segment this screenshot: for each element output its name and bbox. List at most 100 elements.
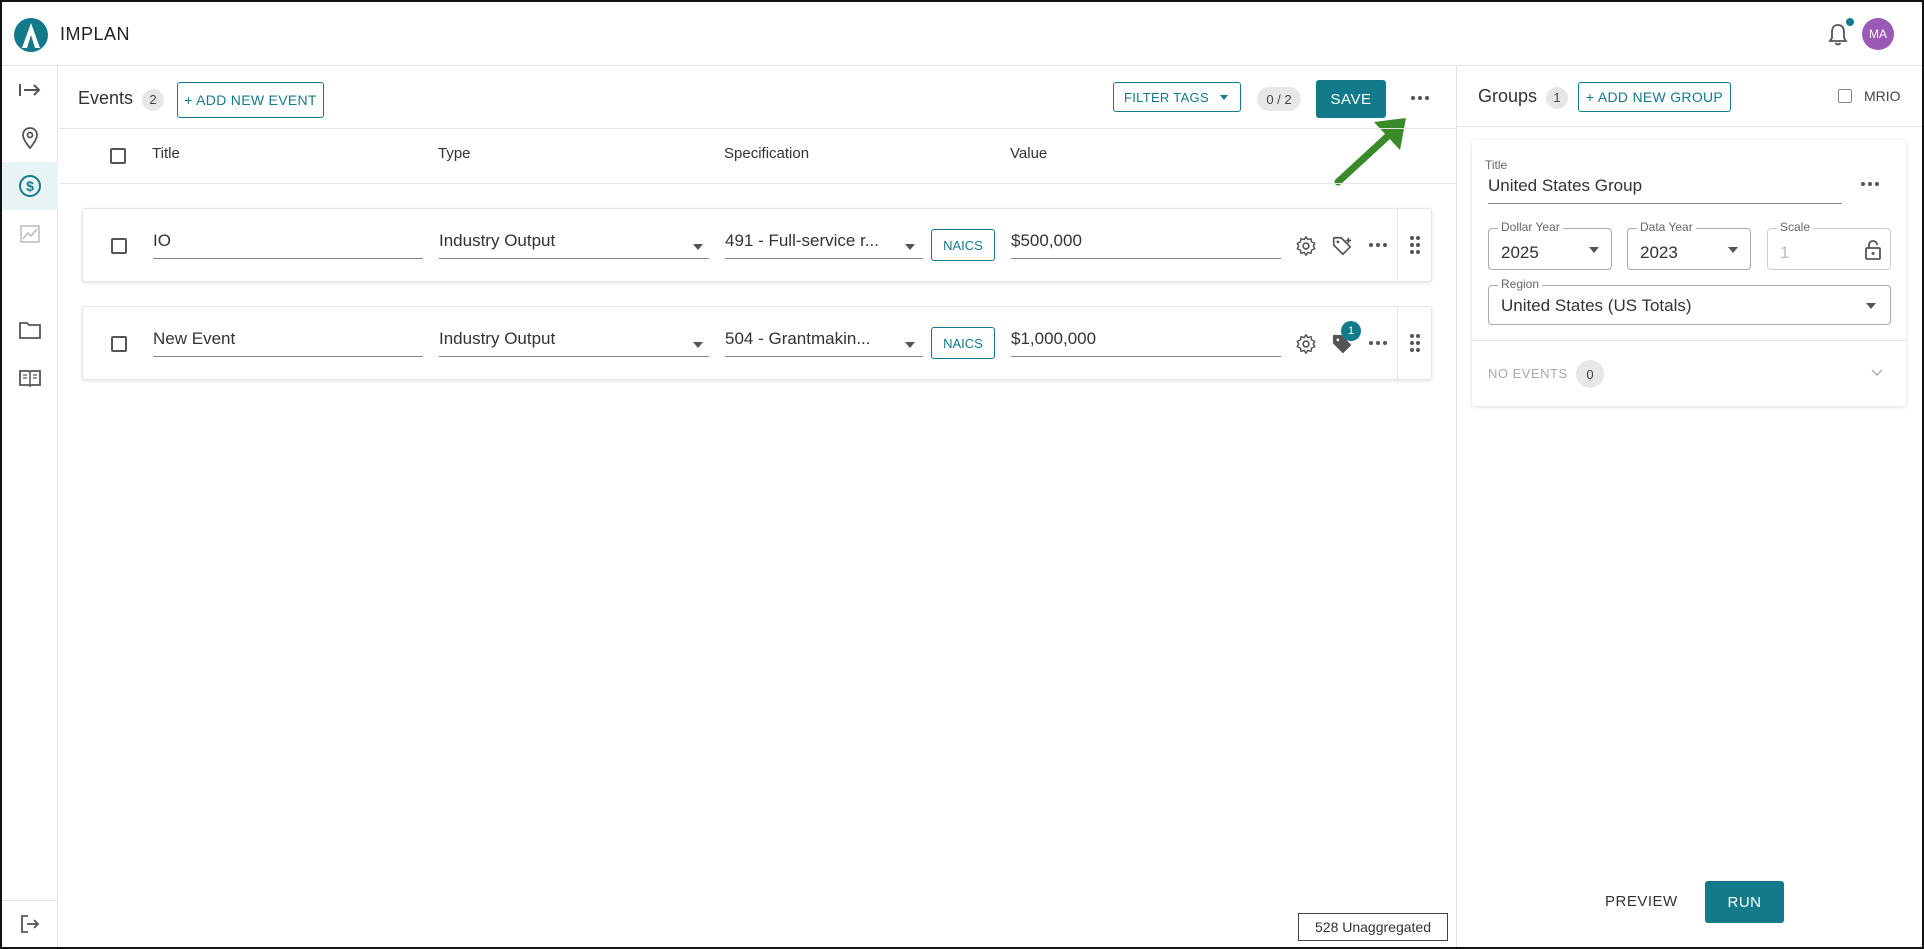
run-button[interactable]: RUN [1705,881,1784,923]
mrio-checkbox[interactable] [1838,89,1852,103]
more-horizontal-icon[interactable] [1368,337,1388,349]
events-more-options-button[interactable] [1409,84,1431,108]
add-new-group-button[interactable]: + ADD NEW GROUP [1578,82,1731,112]
column-header-specification: Specification [724,145,810,162]
dollar-year-label: Dollar Year [1498,220,1563,234]
user-avatar[interactable]: MA [1862,18,1894,50]
implan-logo-icon[interactable] [14,18,48,52]
gear-icon[interactable] [1295,333,1317,355]
save-button[interactable]: SAVE [1316,80,1386,118]
mrio-label: MRIO [1864,88,1901,104]
event-type-value: Industry Output [439,329,556,348]
drag-handle-icon[interactable] [1409,235,1421,255]
card-divider [1472,340,1906,341]
data-year-value: 2023 [1640,243,1678,262]
filter-tags-label: FILTER TAGS [1124,89,1209,105]
columns-divider [59,183,1456,184]
chevron-down-icon[interactable] [1870,368,1884,378]
no-events-count-badge: 0 [1576,360,1604,388]
expand-rail-button[interactable] [2,66,58,114]
naics-button[interactable]: NAICS [931,327,995,359]
drag-handle-icon[interactable] [1409,333,1421,353]
chevron-down-icon [905,342,915,348]
chevron-down-icon [693,244,703,250]
expand-arrow-icon [19,84,41,96]
events-title: Events [78,88,134,108]
event-type-select[interactable]: Industry Output [439,329,709,357]
gear-icon[interactable] [1295,235,1317,257]
logout-icon [21,915,40,933]
event-row: New Event Industry Output 504 - Grantmak… [82,306,1432,380]
event-title-field[interactable]: IO [153,231,423,259]
event-specification-value: 504 - Grantmakin... [725,329,871,348]
add-tag-icon[interactable] [1331,235,1353,257]
rail-item-impacts[interactable]: $ [2,162,58,210]
header-divider [59,128,1456,129]
svg-text:$: $ [26,178,34,194]
column-header-type: Type [438,145,471,162]
notification-bell-icon[interactable] [1826,22,1850,48]
chevron-down-icon [1589,247,1599,253]
add-new-event-button[interactable]: + ADD NEW EVENT [177,82,324,118]
event-value-field[interactable]: $1,000,000 [1011,329,1281,357]
row-checkbox[interactable] [111,336,127,352]
notification-dot [1846,18,1854,26]
event-specification-select[interactable]: 504 - Grantmakin... [725,329,923,357]
groups-panel-divider [1456,66,1457,947]
dollar-year-select[interactable]: 2025 [1488,228,1612,270]
chart-icon [20,225,40,243]
naics-button[interactable]: NAICS [931,229,995,261]
lock-icon[interactable] [1864,239,1882,261]
chevron-down-icon [1220,95,1228,100]
groups-heading: Groups 1 [1478,86,1569,109]
rail-item-results[interactable] [2,210,58,258]
logout-button[interactable] [2,900,58,948]
region-select[interactable]: United States (US Totals) [1488,285,1891,325]
more-horizontal-icon[interactable] [1860,178,1880,190]
events-heading: Events 2 [78,88,165,111]
location-pin-icon [22,127,38,149]
select-all-checkbox[interactable] [110,148,126,164]
event-row: IO Industry Output 491 - Full-service r.… [82,208,1432,282]
more-horizontal-icon[interactable] [1368,239,1388,251]
chevron-down-icon [905,244,915,250]
event-type-select[interactable]: Industry Output [439,231,709,259]
no-events-label: NO EVENTS [1488,366,1568,381]
filter-tags-dropdown[interactable]: FILTER TAGS [1113,82,1241,112]
rail-item-regions[interactable] [2,114,58,162]
event-type-value: Industry Output [439,231,556,250]
selection-count-badge: 0 / 2 [1257,87,1301,111]
chevron-down-icon [693,342,703,348]
groups-header-divider [1457,126,1922,127]
region-label: Region [1498,277,1543,291]
dollar-circle-icon: $ [19,175,41,197]
event-value-field[interactable]: $500,000 [1011,231,1281,259]
book-icon [19,370,41,387]
annotation-arrow-icon [1334,118,1406,186]
event-specification-value: 491 - Full-service r... [725,231,879,250]
tag-count-badge: 1 [1341,321,1361,341]
more-horizontal-icon [1411,96,1429,100]
groups-title: Groups [1478,86,1538,106]
events-count-badge: 2 [142,88,165,111]
scale-field[interactable]: 1 [1767,228,1891,270]
unaggregated-status: 528 Unaggregated [1298,913,1448,941]
event-title-field[interactable]: New Event [153,329,423,357]
group-title-label: Title [1485,158,1508,172]
scale-value: 1 [1780,243,1790,262]
dollar-year-value: 2025 [1501,243,1539,262]
data-year-select[interactable]: 2023 [1627,228,1751,270]
data-year-label: Data Year [1637,220,1696,234]
groups-count-badge: 1 [1546,86,1569,109]
preview-button[interactable]: PREVIEW [1605,893,1678,910]
column-header-title: Title [152,145,180,162]
rail-item-projects[interactable] [2,306,58,354]
chevron-down-icon [1728,247,1738,253]
scale-label: Scale [1777,220,1814,234]
folder-icon [19,322,41,339]
column-header-value: Value [1010,145,1048,162]
rail-item-help[interactable] [2,354,58,402]
event-specification-select[interactable]: 491 - Full-service r... [725,231,923,259]
row-checkbox[interactable] [111,238,127,254]
group-title-field[interactable]: United States Group [1488,176,1842,204]
